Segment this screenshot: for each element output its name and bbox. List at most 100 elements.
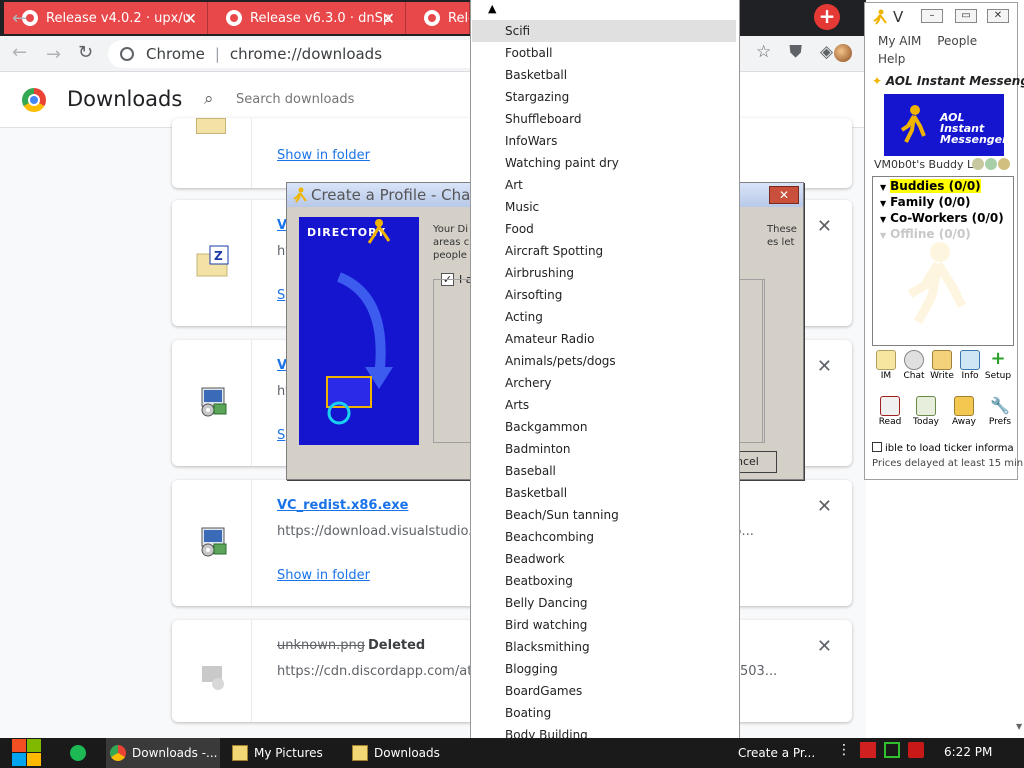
dropdown-option[interactable]: Backgammon <box>472 416 736 438</box>
dropdown-option[interactable]: Belly Dancing <box>472 592 736 614</box>
taskbar-item-create-profile[interactable]: Create a Pr... <box>712 738 824 768</box>
taskbar-clock[interactable]: 6:22 PM <box>944 745 992 759</box>
away-button[interactable]: Away <box>950 396 978 427</box>
tab-close-icon[interactable]: ✕ <box>184 9 197 28</box>
tab-dnspy-release[interactable]: Release v6.3.0 · dnSp ✕ <box>208 2 406 34</box>
dropdown-option[interactable]: Badminton <box>472 438 736 460</box>
today-button[interactable]: Today <box>912 396 940 427</box>
new-tab-button[interactable]: + <box>814 4 840 30</box>
ublock-icon[interactable]: ◈ <box>820 42 833 62</box>
dropdown-option[interactable]: Basketball <box>472 64 736 86</box>
expand-triangle-icon[interactable]: ▼ <box>880 231 886 240</box>
dropdown-option[interactable]: Beach/Sun tanning <box>472 504 736 526</box>
search-input[interactable] <box>236 92 456 107</box>
dropdown-option[interactable]: Stargazing <box>472 86 736 108</box>
tab-close-icon[interactable]: ✕ <box>382 9 395 28</box>
dropdown-option[interactable]: Food <box>472 218 736 240</box>
buddy-group-family[interactable]: ▼ Family (0/0) <box>880 195 971 209</box>
minimize-button[interactable]: – <box>921 9 943 23</box>
status-icon[interactable] <box>985 158 997 170</box>
buddy-group-coworkers[interactable]: ▼ Co-Workers (0/0) <box>880 211 1004 225</box>
dropdown-option[interactable]: Blogging <box>472 658 736 680</box>
buddy-group-offline[interactable]: ▼ Offline (0/0) <box>880 227 971 241</box>
dropdown-option[interactable]: Blacksmithing <box>472 636 736 658</box>
read-button[interactable]: Read <box>876 396 904 427</box>
taskbar-item-my-pictures[interactable]: My Pictures <box>228 738 340 768</box>
taskbar-item-downloads-folder[interactable]: Downloads <box>348 738 460 768</box>
more-options-icon[interactable]: ⋮ <box>836 742 852 758</box>
tab-third-release[interactable]: Relea <box>406 2 470 34</box>
dropdown-option[interactable]: Animals/pets/dogs <box>472 350 736 372</box>
im-button[interactable]: IM <box>872 350 900 381</box>
star-icon[interactable]: ☆ <box>756 42 771 62</box>
dropdown-option[interactable]: InfoWars <box>472 130 736 152</box>
dropdown-option[interactable]: Beachcombing <box>472 526 736 548</box>
site-info-icon[interactable] <box>120 47 134 61</box>
remove-download-icon[interactable]: ✕ <box>817 356 832 377</box>
dialog-close-button[interactable]: ✕ <box>769 186 799 204</box>
dropdown-option[interactable]: Basketball <box>472 482 736 504</box>
volume-muted-icon[interactable] <box>908 742 924 758</box>
write-button[interactable]: Write <box>928 350 956 381</box>
close-button[interactable]: ✕ <box>987 9 1009 23</box>
reload-icon[interactable]: ↻ <box>78 42 93 63</box>
show-in-folder-link[interactable]: S <box>277 288 285 303</box>
tab-close-icon[interactable]: ✕ <box>780 6 795 27</box>
dropdown-option[interactable]: Beadwork <box>472 548 736 570</box>
stock-ticker[interactable]: ible to load ticker informati <box>872 442 1014 454</box>
flag-icon[interactable] <box>860 742 876 758</box>
show-in-folder-link[interactable]: Show in folder <box>277 148 370 163</box>
dropdown-option[interactable]: Archery <box>472 372 736 394</box>
menu-my-aim[interactable]: My AIM <box>878 34 921 48</box>
menu-people[interactable]: People <box>937 34 977 48</box>
info-button[interactable]: Info <box>956 350 984 381</box>
dropdown-option[interactable]: BoardGames <box>472 680 736 702</box>
menu-help[interactable]: Help <box>878 52 905 66</box>
chat-button[interactable]: Chat <box>900 350 928 381</box>
dropdown-option[interactable]: Beatboxing <box>472 570 736 592</box>
spotify-icon[interactable] <box>70 745 86 761</box>
dropdown-option[interactable]: Shuffleboard <box>472 108 736 130</box>
dropdown-option[interactable]: Arts <box>472 394 736 416</box>
remove-download-icon[interactable]: ✕ <box>817 216 832 237</box>
buddy-group-buddies[interactable]: ▼ Buddies (0/0) <box>880 179 981 193</box>
dropdown-option[interactable]: Acting <box>472 306 736 328</box>
remove-download-icon[interactable]: ✕ <box>817 496 832 517</box>
dropdown-option[interactable]: Aircraft Spotting <box>472 240 736 262</box>
extension-shield-icon[interactable]: ⛊ <box>789 42 802 62</box>
dropdown-option[interactable]: Amateur Radio <box>472 328 736 350</box>
dropdown-option[interactable]: Airbrushing <box>472 262 736 284</box>
remove-download-icon[interactable]: ✕ <box>817 636 832 657</box>
dropdown-option[interactable]: Football <box>472 42 736 64</box>
expand-triangle-icon[interactable]: ▼ <box>880 215 886 224</box>
download-filename[interactable]: VC_redist.x86.exe <box>277 498 408 513</box>
back-icon[interactable]: ← <box>12 42 27 63</box>
dropdown-option[interactable]: Music <box>472 196 736 218</box>
expand-triangle-icon[interactable]: ▼ <box>880 199 886 208</box>
prefs-button[interactable]: 🔧 Prefs <box>986 396 1014 427</box>
expand-triangle-icon[interactable]: ▼ <box>880 183 886 192</box>
back-icon[interactable]: ← <box>12 8 27 29</box>
show-in-folder-link[interactable]: S <box>277 428 285 443</box>
network-icon[interactable] <box>884 742 900 758</box>
start-button[interactable] <box>10 738 42 768</box>
dropdown-option[interactable]: Watching paint dry <box>472 152 736 174</box>
status-icon[interactable] <box>972 158 984 170</box>
scroll-down-icon[interactable]: ▼ <box>1016 722 1022 731</box>
tab-upx-release[interactable]: Release v4.0.2 · upx/u ✕ <box>4 2 208 34</box>
search-icon[interactable]: ⌕ <box>204 89 214 109</box>
dropdown-option[interactable]: Airsofting <box>472 284 736 306</box>
dropdown-option[interactable]: Bird watching <box>472 614 736 636</box>
dropdown-option[interactable]: Boating <box>472 702 736 724</box>
show-in-folder-link[interactable]: Show in folder <box>277 568 370 583</box>
dropdown-option[interactable]: Art <box>472 174 736 196</box>
status-icon[interactable] <box>998 158 1010 170</box>
setup-button[interactable]: + Setup <box>984 350 1012 382</box>
scroll-up-icon[interactable]: ▲ <box>488 2 496 15</box>
taskbar-item-downloads-chrome[interactable]: Downloads -... <box>106 738 220 768</box>
profile-avatar[interactable] <box>834 44 852 62</box>
maximize-button[interactable]: ▭ <box>955 9 977 23</box>
dropdown-option[interactable]: Baseball <box>472 460 736 482</box>
dropdown-option[interactable]: Scifi <box>472 20 736 42</box>
forward-icon[interactable]: → <box>46 44 61 65</box>
